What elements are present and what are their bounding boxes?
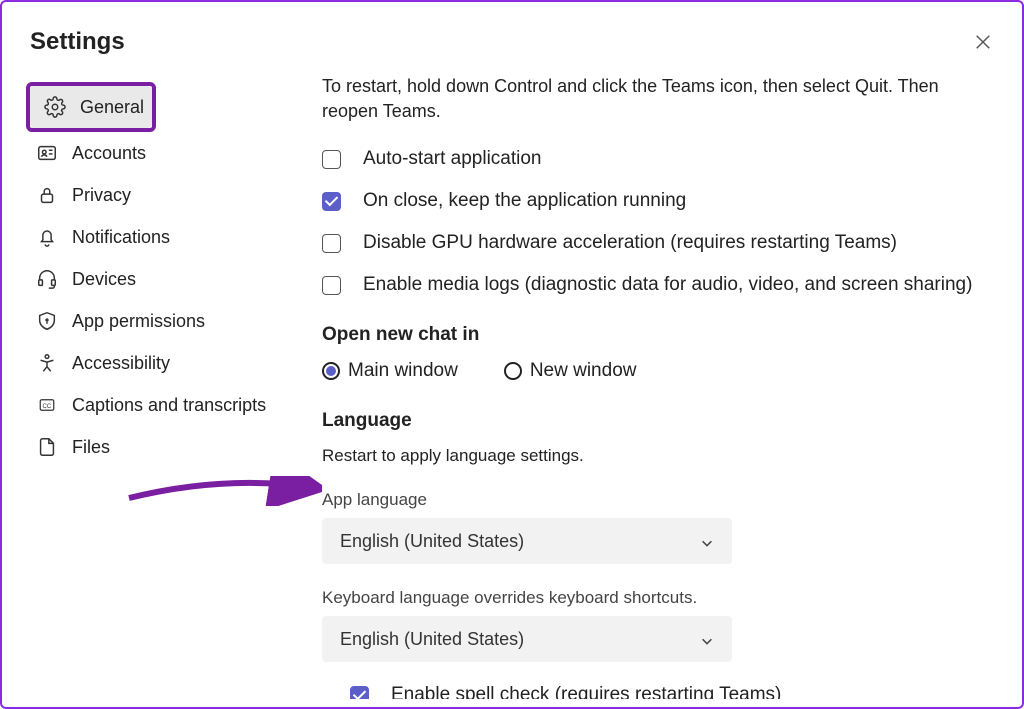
settings-sidebar: General Accounts Privacy Notificati	[22, 74, 282, 699]
radio-icon[interactable]	[504, 362, 522, 380]
person-icon	[36, 352, 58, 374]
id-card-icon	[36, 142, 58, 164]
checkbox-label: Enable media logs (diagnostic data for a…	[363, 274, 972, 296]
close-icon	[974, 33, 992, 51]
sidebar-item-label: Files	[72, 437, 110, 458]
checkbox-autostart[interactable]: Auto-start application	[322, 148, 992, 170]
checkbox-keep-running[interactable]: On close, keep the application running	[322, 190, 992, 212]
sidebar-item-devices[interactable]: Devices	[22, 258, 282, 300]
checkbox-icon[interactable]	[322, 150, 341, 169]
checkbox-disable-gpu[interactable]: Disable GPU hardware acceleration (requi…	[322, 232, 992, 254]
sidebar-item-notifications[interactable]: Notifications	[22, 216, 282, 258]
language-heading: Language	[322, 410, 992, 432]
sidebar-item-general[interactable]: General	[30, 86, 152, 128]
checkbox-spellcheck[interactable]: Enable spell check (requires restarting …	[322, 684, 992, 699]
page-title: Settings	[30, 28, 125, 56]
keyboard-language-hint: Keyboard language overrides keyboard sho…	[322, 588, 992, 608]
sidebar-item-app-permissions[interactable]: App permissions	[22, 300, 282, 342]
chevron-down-icon	[700, 534, 714, 548]
sidebar-item-accessibility[interactable]: Accessibility	[22, 342, 282, 384]
annotation-highlight: General	[26, 82, 156, 132]
chevron-down-icon	[700, 632, 714, 646]
keyboard-language-select[interactable]: English (United States)	[322, 616, 732, 662]
sidebar-item-label: Devices	[72, 269, 136, 290]
sidebar-item-privacy[interactable]: Privacy	[22, 174, 282, 216]
sidebar-item-label: Accounts	[72, 143, 146, 164]
radio-icon[interactable]	[322, 362, 340, 380]
lock-icon	[36, 184, 58, 206]
sidebar-item-captions[interactable]: CC Captions and transcripts	[22, 384, 282, 426]
cc-icon: CC	[36, 394, 58, 416]
sidebar-item-label: General	[80, 97, 144, 118]
headset-icon	[36, 268, 58, 290]
checkbox-label: Auto-start application	[363, 148, 542, 170]
radio-label: Main window	[348, 360, 458, 382]
close-button[interactable]	[972, 31, 994, 53]
checkbox-icon[interactable]	[322, 234, 341, 253]
checkbox-icon[interactable]	[322, 276, 341, 295]
app-language-label: App language	[322, 490, 992, 510]
radio-label: New window	[530, 360, 637, 382]
sidebar-item-files[interactable]: Files	[22, 426, 282, 468]
checkbox-icon[interactable]	[350, 686, 369, 699]
sidebar-item-label: Accessibility	[72, 353, 170, 374]
app-language-select[interactable]: English (United States)	[322, 518, 732, 564]
select-value: English (United States)	[340, 531, 524, 552]
language-restart-hint: Restart to apply language settings.	[322, 446, 992, 466]
sidebar-item-label: Privacy	[72, 185, 131, 206]
gear-icon	[44, 96, 66, 118]
checkbox-icon[interactable]	[322, 192, 341, 211]
sidebar-item-accounts[interactable]: Accounts	[22, 132, 282, 174]
radio-new-window[interactable]: New window	[504, 360, 637, 382]
open-chat-heading: Open new chat in	[322, 324, 992, 346]
radio-main-window[interactable]: Main window	[322, 360, 458, 382]
checkbox-label: Disable GPU hardware acceleration (requi…	[363, 232, 897, 254]
sidebar-item-label: Captions and transcripts	[72, 395, 266, 416]
file-icon	[36, 436, 58, 458]
settings-content: To restart, hold down Control and click …	[282, 74, 1022, 699]
shield-icon	[36, 310, 58, 332]
checkbox-label: Enable spell check (requires restarting …	[391, 684, 781, 699]
svg-text:CC: CC	[43, 404, 52, 410]
sidebar-item-label: App permissions	[72, 311, 205, 332]
checkbox-media-logs[interactable]: Enable media logs (diagnostic data for a…	[322, 274, 992, 296]
checkbox-label: On close, keep the application running	[363, 190, 686, 212]
select-value: English (United States)	[340, 629, 524, 650]
bell-icon	[36, 226, 58, 248]
sidebar-item-label: Notifications	[72, 227, 170, 248]
restart-instructions: To restart, hold down Control and click …	[322, 74, 992, 124]
